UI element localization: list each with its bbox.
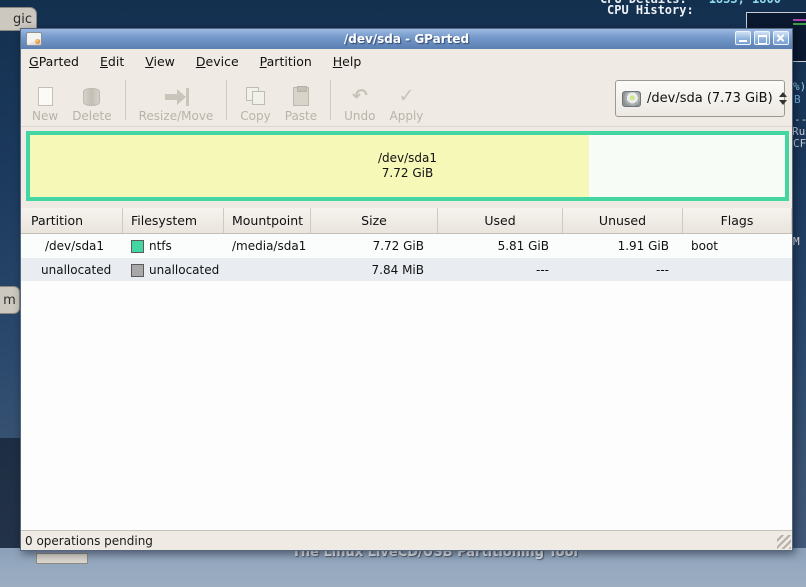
table-row[interactable]: unallocated unallocated 7.84 MiB --- --- [21,258,792,282]
partition-bar-size: 7.72 GiB [382,166,433,181]
undo-icon: ↶ [352,86,368,106]
copy-button-label: Copy [240,109,270,123]
column-header-filesystem[interactable]: Filesystem [123,208,224,233]
titlebar[interactable]: /dev/sda - GParted [21,29,792,50]
table-empty-area[interactable] [21,281,792,531]
resize-move-button-label: Resize/Move [139,109,214,123]
device-selector-spinner[interactable] [779,92,787,105]
menu-partition[interactable]: Partition [260,54,312,69]
new-partition-icon [38,87,53,106]
paste-icon [293,87,309,106]
resize-grip[interactable] [777,535,791,549]
filesystem-color-swatch [131,240,144,253]
menu-device[interactable]: Device [196,54,239,69]
cell-unused: --- [563,263,683,277]
cell-used: --- [438,263,563,277]
copy-icon [246,87,266,106]
delete-button-label: Delete [72,109,111,123]
hard-disk-icon [622,91,641,107]
column-header-used[interactable]: Used [438,208,563,233]
background-tab-m[interactable]: m [0,286,20,314]
maximize-button[interactable] [754,31,770,45]
cell-filesystem: unallocated [123,263,224,277]
menu-gparted[interactable]: GParted [29,54,79,69]
wallpaper-shade [0,438,20,548]
cell-partition: unallocated [21,263,123,277]
cell-flags: boot [683,239,792,253]
table-header: Partition Filesystem Mountpoint Size Use… [21,208,792,234]
filesystem-label: unallocated [149,263,219,277]
minimize-button[interactable] [735,31,751,45]
menu-help[interactable]: Help [333,54,362,69]
filesystem-color-swatch [131,264,144,277]
toolbar-separator [125,80,126,120]
cell-unused: 1.91 GiB [563,239,683,253]
window-title: /dev/sda - GParted [21,32,792,46]
new-button[interactable]: New [25,77,65,123]
cpu-history-label: CPU History: [607,3,694,17]
screen: The Linux LiveCD/USB Partitioning Tool C… [0,0,806,587]
background-tab-m-label: m [3,293,16,308]
background-tab-gic-label: gic [13,12,32,27]
device-selector[interactable]: /dev/sda (7.73 GiB) [615,80,785,117]
cell-mountpoint: /media/sda1 [224,239,311,253]
toolbar-separator [226,80,227,120]
monitor-line-magenta [793,19,806,21]
cell-size: 7.72 GiB [311,239,438,253]
spinner-down-icon [779,100,787,105]
paste-button[interactable]: Paste [278,77,324,123]
column-header-unused[interactable]: Unused [563,208,683,233]
cell-filesystem: ntfs [123,239,224,253]
filesystem-label: ntfs [149,239,172,253]
status-text: 0 operations pending [25,534,153,548]
desktop-panel-fragment [36,553,88,564]
delete-icon [83,88,100,106]
apply-button[interactable]: ✓ Apply [383,77,431,123]
column-header-partition[interactable]: Partition [21,208,123,233]
gparted-window: /dev/sda - GParted GParted Edit View Dev… [20,28,793,551]
menu-bar: GParted Edit View Device Partition Help [21,49,792,73]
menu-edit[interactable]: Edit [100,54,124,69]
monitor-fragment-m: M [793,235,800,248]
new-button-label: New [32,109,58,123]
device-selector-label: /dev/sda (7.73 GiB) [647,91,773,106]
cell-partition: /dev/sda1 [21,239,123,253]
column-header-flags[interactable]: Flags [683,208,792,233]
spinner-up-icon [779,92,787,97]
apply-button-label: Apply [390,109,424,123]
cpu-details-values: 1833, 1800 [709,0,781,6]
partition-visual-bar[interactable]: /dev/sda1 7.72 GiB [26,131,789,201]
cell-used: 5.81 GiB [438,239,563,253]
monitor-fragment-b: B [794,93,801,106]
status-bar: 0 operations pending [21,530,792,550]
menu-view[interactable]: View [145,54,175,69]
partition-bar-name: /dev/sda1 [378,151,437,166]
monitor-fragment-percent: %) [793,80,806,93]
cell-size: 7.84 MiB [311,263,438,277]
delete-button[interactable]: Delete [65,77,118,123]
undo-button-label: Undo [344,109,375,123]
resize-move-button[interactable]: Resize/Move [132,77,221,123]
monitor-line-green [793,23,806,25]
undo-button[interactable]: ↶ Undo [337,77,382,123]
apply-check-icon: ✓ [398,86,414,106]
column-header-size[interactable]: Size [311,208,438,233]
copy-button[interactable]: Copy [233,77,277,123]
gparted-window-icon [26,32,42,46]
paste-button-label: Paste [285,109,317,123]
toolbar-separator [330,80,331,120]
column-header-mountpoint[interactable]: Mountpoint [224,208,311,233]
partition-bar-label: /dev/sda1 7.72 GiB [30,135,785,197]
monitor-fragment-cf: CF [793,137,806,150]
table-row[interactable]: /dev/sda1 ntfs /media/sda1 7.72 GiB 5.81… [21,234,792,258]
partition-table: Partition Filesystem Mountpoint Size Use… [21,208,792,282]
resize-move-icon [163,88,189,106]
close-button[interactable] [773,31,789,45]
